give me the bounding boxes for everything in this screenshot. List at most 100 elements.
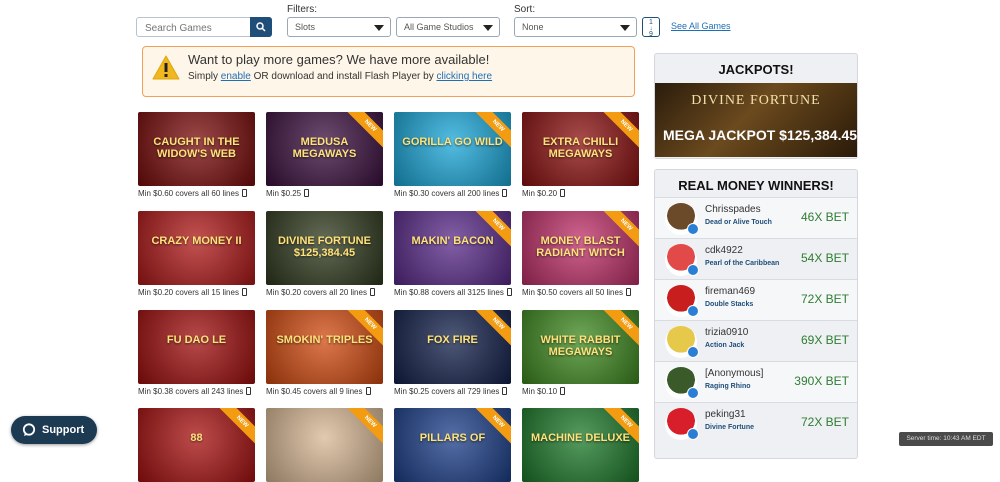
new-ribbon: NEW — [469, 310, 511, 353]
game-title: EXTRA CHILLI MEGAWAYS — [542, 136, 619, 160]
chevron-down-icon — [374, 25, 384, 31]
winner-row[interactable]: Chrisspades Dead or Alive Touch 46X BET — [655, 197, 857, 238]
winner-row[interactable]: cdk4922 Pearl of the Caribbean 54X BET — [655, 238, 857, 279]
sort-label: Sort: — [514, 4, 536, 15]
game-tile[interactable]: GORILLA GO WILD NEW — [394, 112, 511, 186]
winner-name: Chrisspades — [705, 204, 761, 215]
game-tile[interactable]: EXTRA CHILLI MEGAWAYS NEW — [522, 112, 639, 186]
game-tile[interactable]: MONEY BLAST RADIANT WITCH NEW — [522, 211, 639, 285]
sort-order-button[interactable]: 1 ↓ 9 — [642, 17, 660, 38]
winners-title: REAL MONEY WINNERS! — [678, 178, 834, 193]
game-caption: Min $0.60 covers all 60 lines — [138, 189, 247, 198]
winner-row[interactable]: [Anonymous] Raging Rhino 390X BET — [655, 361, 857, 402]
game-caption: Min $0.50 covers all 50 lines — [522, 288, 631, 297]
game-caption: Min $0.45 covers all 9 lines — [266, 387, 371, 396]
jackpot-label: MEGA JACKPOT — [663, 127, 776, 143]
game-min-bet: Min $0.20 covers all 20 lines — [266, 288, 367, 297]
winner-game-link[interactable]: Raging Rhino — [705, 383, 751, 390]
studio-select-value: All Game Studios — [404, 22, 474, 32]
new-ribbon: NEW — [213, 408, 255, 451]
winner-bet: 69X BET — [800, 333, 849, 347]
game-tile[interactable]: MAKIN' BACON NEW — [394, 211, 511, 285]
winner-game-link[interactable]: Action Jack — [705, 342, 744, 349]
winner-game-link[interactable]: Divine Fortune — [705, 424, 754, 431]
game-tile[interactable]: MEDUSA MEGAWAYS NEW — [266, 112, 383, 186]
avatar — [665, 285, 699, 317]
game-tile[interactable]: FOX FIRE NEW — [394, 310, 511, 384]
avatar — [665, 203, 699, 235]
game-tile[interactable]: MACHINE DELUXE NEW — [522, 408, 639, 482]
winner-bet: 72X BET — [800, 415, 849, 429]
game-tile[interactable]: CAUGHT IN THE WIDOW'S WEB — [138, 112, 255, 186]
mobile-icon — [304, 189, 310, 197]
game-title: CAUGHT IN THE WIDOW'S WEB — [153, 136, 240, 160]
game-title: FU DAO LE — [166, 334, 227, 346]
mobile-icon — [241, 189, 247, 197]
jackpot-amount-line: MEGA JACKPOT $125,384.45 — [663, 127, 857, 143]
new-ribbon: NEW — [469, 112, 511, 155]
search-button[interactable] — [250, 17, 272, 37]
mobile-icon — [502, 189, 508, 197]
mobile-icon — [506, 288, 512, 296]
badge-icon — [687, 346, 699, 358]
studio-select[interactable]: All Game Studios — [396, 17, 500, 37]
game-tile[interactable]: DIVINE FORTUNE $125,384.45 — [266, 211, 383, 285]
category-select[interactable]: Slots — [287, 17, 391, 37]
avatar — [665, 408, 699, 440]
winner-row[interactable]: peking31 Divine Fortune 72X BET — [655, 402, 857, 443]
enable-flash-link[interactable]: enable — [221, 71, 251, 82]
game-tile[interactable]: CRAZY MONEY II — [138, 211, 255, 285]
winner-row[interactable]: fireman469 Double Stacks 72X BET — [655, 279, 857, 320]
winner-game-link[interactable]: Pearl of the Caribbean — [705, 260, 779, 267]
winner-name: [Anonymous] — [705, 368, 764, 379]
game-tile[interactable]: NEW — [266, 408, 383, 482]
banner-text-1: Simply — [188, 71, 221, 82]
winner-name: peking31 — [705, 409, 746, 420]
avatar — [665, 326, 699, 358]
game-caption: Min $0.10 — [522, 387, 566, 396]
badge-icon — [687, 387, 699, 399]
game-min-bet: Min $0.50 covers all 50 lines — [522, 288, 623, 297]
badge-icon — [687, 223, 699, 235]
game-min-bet: Min $0.25 covers all 729 lines — [394, 387, 500, 396]
warning-icon — [152, 55, 180, 80]
category-select-value: Slots — [295, 22, 316, 32]
game-title: GORILLA GO WILD — [402, 136, 503, 148]
filters-label: Filters: — [287, 4, 317, 15]
game-caption: Min $0.25 — [266, 189, 310, 198]
game-tile[interactable]: PILLARS OF NEW — [394, 408, 511, 482]
game-caption: Min $0.20 — [522, 189, 566, 198]
game-tile[interactable]: SMOKIN' TRIPLES NEW — [266, 310, 383, 384]
mobile-icon — [241, 288, 247, 296]
search-box — [136, 17, 272, 38]
winner-game-link[interactable]: Dead or Alive Touch — [705, 219, 772, 226]
avatar — [665, 367, 699, 399]
jackpot-game-name: DIVINE FORTUNE — [691, 93, 821, 108]
sort-select[interactable]: None — [514, 17, 637, 37]
game-min-bet: Min $0.10 — [522, 387, 558, 396]
flash-banner: Want to play more games? We have more av… — [142, 46, 635, 97]
banner-text: Simply enable OR download and install Fl… — [188, 71, 492, 82]
divine-fortune-jackpot[interactable]: DIVINE FORTUNE MEGA JACKPOT $125,384.45 — [655, 83, 857, 157]
support-button[interactable]: Support — [11, 416, 97, 444]
winner-game-link[interactable]: Double Stacks — [705, 301, 753, 308]
game-title: MEDUSA MEGAWAYS — [292, 136, 357, 160]
support-label: Support — [42, 424, 85, 436]
game-tile[interactable]: FU DAO LE — [138, 310, 255, 384]
search-input[interactable] — [137, 19, 253, 38]
winner-bet: 46X BET — [800, 210, 849, 224]
new-ribbon: NEW — [597, 408, 639, 451]
server-time: Server time: 10:43 AM EDT — [899, 432, 993, 446]
game-min-bet: Min $0.30 covers all 200 lines — [394, 189, 500, 198]
see-all-games-link[interactable]: See All Games — [671, 21, 731, 31]
game-title: MONEY BLAST RADIANT WITCH — [536, 235, 625, 259]
game-caption: Min $0.20 covers all 20 lines — [266, 288, 375, 297]
game-title: WHITE RABBIT MEGAWAYS — [540, 334, 621, 358]
game-title: MACHINE DELUXE — [530, 432, 630, 444]
game-caption: Min $0.30 covers all 200 lines — [394, 189, 508, 198]
game-tile[interactable]: 88 NEW — [138, 408, 255, 482]
mobile-icon — [560, 387, 566, 395]
game-tile[interactable]: WHITE RABBIT MEGAWAYS NEW — [522, 310, 639, 384]
install-flash-link[interactable]: clicking here — [436, 71, 492, 82]
winner-row[interactable]: trizia0910 Action Jack 69X BET — [655, 320, 857, 361]
